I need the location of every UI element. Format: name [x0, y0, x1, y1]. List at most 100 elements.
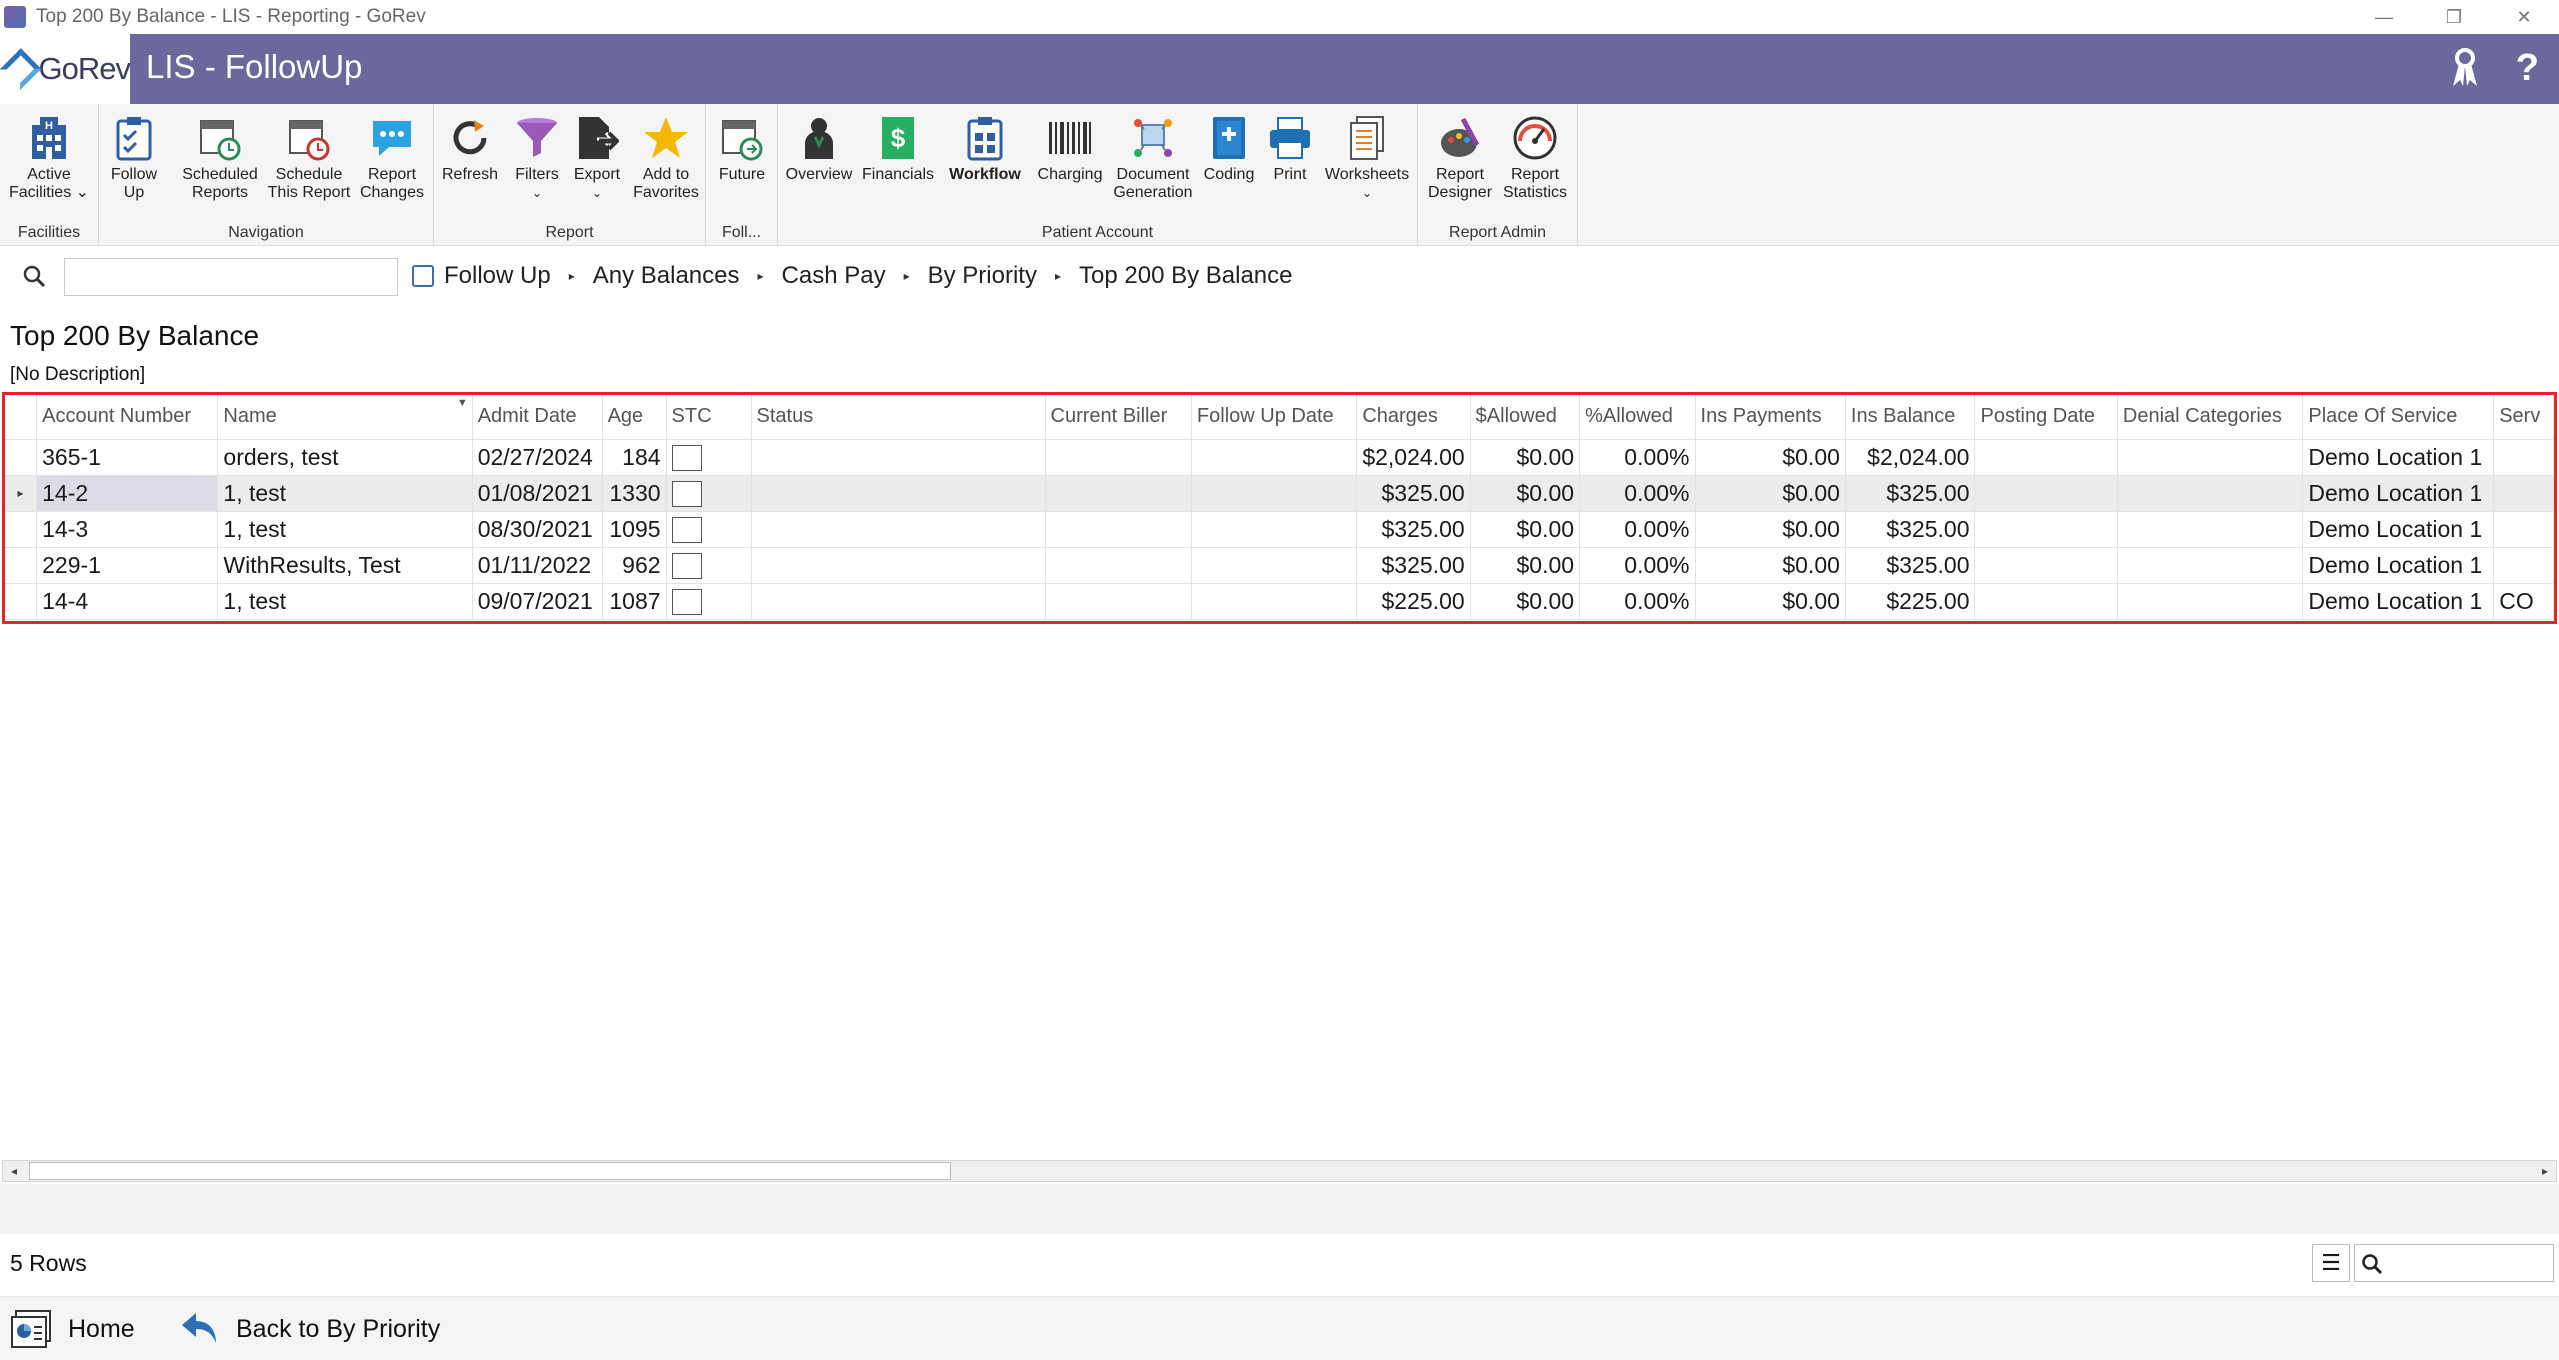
breadcrumb-follow-up[interactable]: Follow Up — [444, 262, 551, 290]
export-label: Export — [573, 166, 621, 183]
column-header-ins-balance[interactable]: Ins Balance — [1845, 395, 1976, 440]
column-header-posting-date[interactable]: Posting Date — [1974, 395, 2118, 440]
cell-age: 184 — [602, 439, 667, 476]
close-button[interactable]: ✕ — [2489, 0, 2559, 34]
column-header-follow-up-date[interactable]: Follow Up Date — [1191, 395, 1358, 440]
stc-checkbox[interactable] — [671, 552, 702, 579]
active-facilities-button[interactable]: H Active Facilities ⌄ — [6, 114, 92, 202]
document-generation-button[interactable]: Document Generation — [1110, 114, 1196, 202]
report-search-input[interactable] — [64, 258, 398, 296]
horizontal-scrollbar[interactable]: ◂ ▸ — [2, 1160, 2557, 1182]
funnel-icon — [513, 114, 561, 162]
cell-ins-payments: $0.00 — [1695, 475, 1846, 512]
add-to-favorites-button[interactable]: Add to Favorites — [630, 114, 702, 202]
cell-admit-date: 08/30/2021 — [472, 511, 603, 548]
breadcrumb-by-priority[interactable]: By Priority — [928, 262, 1037, 290]
refresh-button[interactable]: Refresh — [440, 114, 500, 184]
column-header-stc[interactable]: STC — [666, 395, 752, 440]
help-icon[interactable]: ? — [2516, 46, 2539, 98]
column-header-age[interactable]: Age — [602, 395, 667, 440]
report-description: [No Description] — [10, 364, 146, 385]
column-header-name[interactable]: Name ▼ — [217, 395, 473, 440]
cell-follow-up-date — [1191, 583, 1358, 620]
financials-label: Financials — [861, 166, 935, 183]
chat-bubble-icon — [368, 114, 416, 162]
workflow-button[interactable]: Workflow — [942, 114, 1028, 184]
row-indicator[interactable] — [5, 439, 38, 476]
cell-status — [751, 439, 1046, 476]
table-row[interactable]: 14-4 1, test 09/07/2021 1087 $225.00 $0.… — [5, 583, 2554, 620]
cell-account-number: 14-3 — [36, 511, 219, 548]
cell-age: 1330 — [602, 475, 667, 512]
column-header-pct-allowed[interactable]: %Allowed — [1579, 395, 1696, 440]
table-row[interactable]: 365-1 orders, test 02/27/2024 184 $2,024… — [5, 439, 2554, 476]
column-header-serv[interactable]: Serv — [2493, 395, 2554, 440]
cell-pct-allowed: 0.00% — [1579, 583, 1696, 620]
follow-up-button[interactable]: Follow Up — [105, 114, 163, 202]
stc-checkbox[interactable] — [671, 588, 702, 615]
cell-stc — [666, 439, 752, 476]
restore-button[interactable]: ❐ — [2419, 0, 2489, 34]
results-grid[interactable]: Account Number Name ▼ Admit Date Age STC … — [2, 392, 2557, 624]
scheduled-reports-button[interactable]: Scheduled Reports — [177, 114, 263, 202]
minimize-button[interactable]: — — [2349, 0, 2419, 34]
grid-search-field[interactable] — [2354, 1244, 2554, 1282]
breadcrumb-cash-pay[interactable]: Cash Pay — [782, 262, 886, 290]
group-label-navigation: Navigation — [228, 224, 304, 241]
breadcrumb-any-balances[interactable]: Any Balances — [593, 262, 740, 290]
filters-label: Filters — [515, 166, 559, 183]
ribbon: H Active Facilities ⌄ Facilities Follow … — [0, 104, 2559, 246]
scroll-right-icon[interactable]: ▸ — [2534, 1161, 2556, 1181]
menu-icon[interactable]: ☰ — [2312, 1244, 2350, 1282]
filters-button[interactable]: Filters ⌄ — [506, 114, 568, 202]
export-button[interactable]: Export ⌄ — [568, 114, 626, 202]
stc-checkbox[interactable] — [671, 444, 702, 471]
ribbon-group-facilities: H Active Facilities ⌄ Facilities — [0, 104, 99, 246]
row-indicator[interactable] — [5, 547, 38, 584]
column-header-allowed[interactable]: $Allowed — [1470, 395, 1581, 440]
results-table: Account Number Name ▼ Admit Date Age STC … — [5, 395, 2554, 620]
cell-current-biller — [1045, 583, 1192, 620]
column-header-charges[interactable]: Charges — [1356, 395, 1471, 440]
stc-checkbox[interactable] — [671, 516, 702, 543]
overview-button[interactable]: Overview — [784, 114, 854, 184]
row-indicator[interactable] — [5, 511, 38, 548]
table-row[interactable]: 229-1 WithResults, Test 01/11/2022 962 $… — [5, 547, 2554, 584]
future-button[interactable]: Future — [712, 114, 772, 184]
column-header-status[interactable]: Status — [751, 395, 1046, 440]
column-header-current-biller[interactable]: Current Biller — [1045, 395, 1192, 440]
cell-name: WithResults, Test — [217, 547, 473, 584]
scrollbar-thumb[interactable] — [29, 1162, 951, 1180]
report-statistics-button[interactable]: Report Statistics — [1498, 114, 1572, 202]
cell-follow-up-date — [1191, 511, 1358, 548]
column-header-denial-categories[interactable]: Denial Categories — [2117, 395, 2304, 440]
column-header-ins-payments[interactable]: Ins Payments — [1695, 395, 1846, 440]
column-header-place-of-service[interactable]: Place Of Service — [2302, 395, 2495, 440]
table-row[interactable]: 14-3 1, test 08/30/2021 1095 $325.00 $0.… — [5, 511, 2554, 548]
stc-checkbox[interactable] — [671, 480, 702, 507]
column-header-account-number[interactable]: Account Number — [36, 395, 219, 440]
sort-filter-icon[interactable]: ▼ — [457, 397, 468, 409]
table-row[interactable]: ▸ 14-2 1, test 01/08/2021 1330 $325.00 $… — [5, 475, 2554, 512]
schedule-this-report-button[interactable]: Schedule This Report — [263, 114, 355, 202]
column-header-admit-date[interactable]: Admit Date — [472, 395, 603, 440]
add-to-favorites-label: Add to Favorites — [633, 166, 699, 201]
star-icon — [642, 114, 690, 162]
coding-button[interactable]: Coding — [1198, 114, 1260, 184]
window-titlebar: Top 200 By Balance - LIS - Reporting - G… — [0, 0, 2559, 34]
report-designer-button[interactable]: Report Designer — [1424, 114, 1496, 202]
ribbon-icon[interactable] — [2448, 46, 2482, 98]
cell-denial-categories — [2117, 547, 2304, 584]
charging-button[interactable]: Charging — [1032, 114, 1108, 184]
row-indicator[interactable] — [5, 583, 38, 620]
print-button[interactable]: Print — [1262, 114, 1318, 184]
home-button[interactable]: Home — [10, 1309, 135, 1349]
financials-button[interactable]: $ Financials — [860, 114, 936, 184]
back-button[interactable]: Back to By Priority — [178, 1309, 440, 1349]
cell-charges: $325.00 — [1356, 511, 1471, 548]
row-current-indicator-icon[interactable]: ▸ — [5, 475, 38, 512]
worksheets-button[interactable]: Worksheets ⌄ — [1322, 114, 1412, 202]
scroll-left-icon[interactable]: ◂ — [3, 1161, 25, 1181]
logo-mark-icon — [0, 48, 41, 90]
report-changes-button[interactable]: Report Changes — [357, 114, 427, 202]
